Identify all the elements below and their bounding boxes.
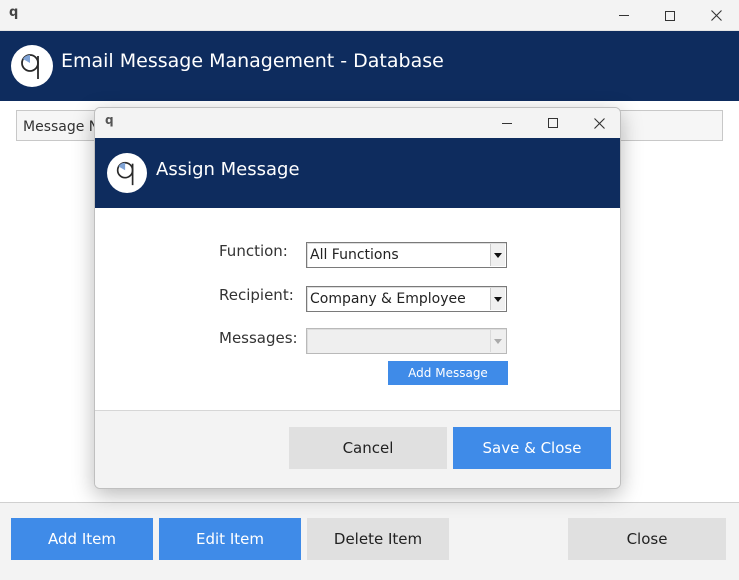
messages-label: Messages: [219, 329, 298, 347]
function-select[interactable]: All Functions [306, 242, 507, 268]
function-label: Function: [219, 242, 288, 260]
recipient-select[interactable]: Company & Employee [306, 286, 507, 312]
function-value: All Functions [310, 247, 399, 263]
app-title: Email Message Management - Database [61, 50, 444, 72]
dialog-header: Assign Message [95, 138, 620, 208]
dialog-app-icon: q [105, 113, 114, 127]
cancel-button[interactable]: Cancel [289, 427, 447, 469]
close-icon [593, 117, 605, 129]
dialog-close-button[interactable] [576, 108, 620, 138]
dialog-minimize-button[interactable] [484, 108, 530, 138]
delete-item-button[interactable]: Delete Item [307, 518, 449, 560]
q-logo-icon [116, 161, 134, 186]
dialog-maximize-button[interactable] [530, 108, 576, 138]
dropdown-arrow [490, 330, 505, 352]
minimize-icon [619, 15, 629, 16]
app-logo [11, 45, 53, 87]
minimize-icon [502, 122, 512, 124]
maximize-button[interactable] [647, 0, 693, 31]
dialog-logo [107, 153, 147, 193]
app-icon: q [9, 5, 19, 20]
messages-select[interactable] [306, 328, 507, 354]
dialog-title: Assign Message [156, 159, 300, 180]
edit-item-button[interactable]: Edit Item [159, 518, 301, 560]
dialog-titlebar: q [95, 108, 620, 138]
minimize-button[interactable] [601, 0, 647, 31]
save-close-button[interactable]: Save & Close [453, 427, 611, 469]
chevron-down-icon [494, 252, 502, 258]
close-window-button[interactable] [693, 0, 739, 31]
dialog-footer: Cancel Save & Close [95, 410, 620, 488]
maximize-icon [665, 10, 675, 21]
assign-message-dialog: q Assign Message Function: All Functions… [94, 107, 621, 489]
outer-titlebar: q [0, 0, 739, 31]
recipient-label: Recipient: [219, 286, 294, 304]
close-button[interactable]: Close [568, 518, 726, 560]
maximize-icon [548, 118, 558, 128]
add-message-button[interactable]: Add Message [388, 361, 508, 385]
q-logo-icon [21, 54, 39, 79]
close-icon [710, 10, 722, 21]
chevron-down-icon [494, 296, 502, 302]
add-item-button[interactable]: Add Item [11, 518, 153, 560]
dropdown-arrow[interactable] [490, 244, 505, 266]
chevron-down-icon [494, 338, 502, 344]
recipient-value: Company & Employee [310, 291, 466, 307]
dropdown-arrow[interactable] [490, 288, 505, 310]
